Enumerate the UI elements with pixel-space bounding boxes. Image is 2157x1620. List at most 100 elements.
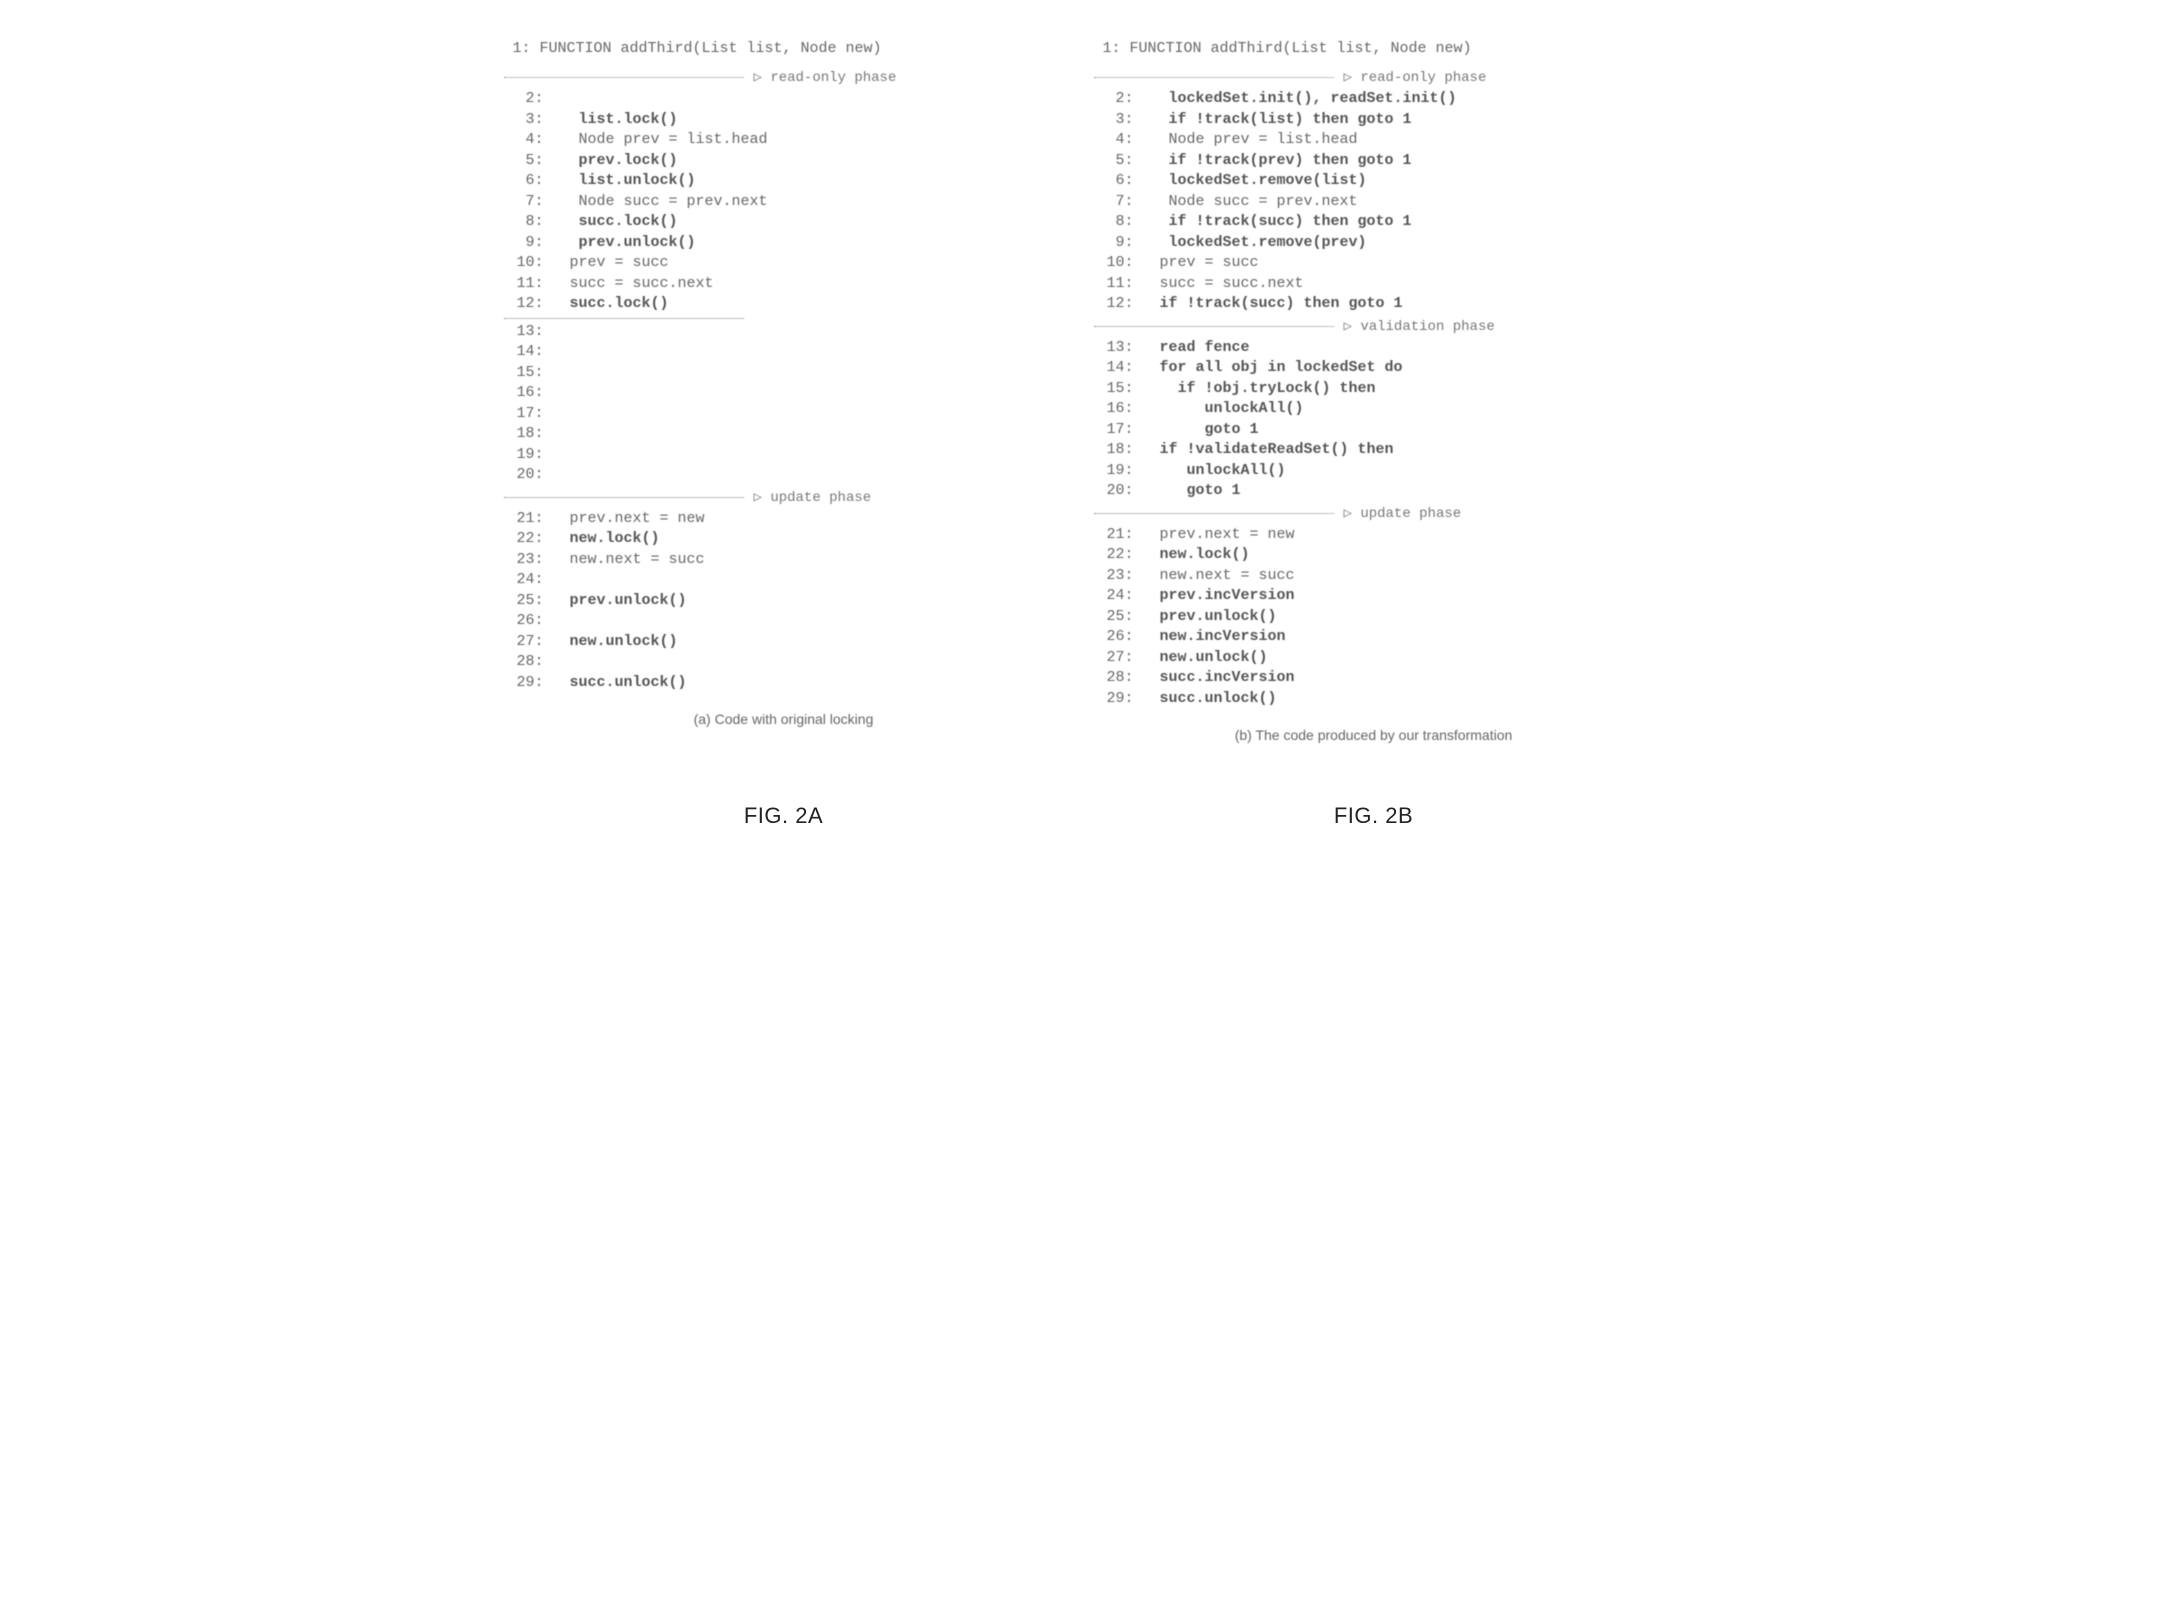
code-text: if !validateReadSet() then — [1142, 440, 1654, 461]
code-text — [552, 445, 1064, 466]
code-text: new.next = succ — [552, 550, 1064, 571]
code-text: succ.lock() — [552, 294, 1064, 315]
divider-icon — [504, 77, 744, 78]
code-text: new.unlock() — [1142, 648, 1654, 669]
phase-label: ▷ update phase — [754, 489, 872, 506]
code-line: 15: if !obj.tryLock() then — [1094, 379, 1654, 400]
line-number: 13: — [504, 322, 552, 343]
left-block-a: 2:3: list.lock()4: Node prev = list.head… — [504, 89, 1064, 315]
code-line: 23: new.next = succ — [504, 550, 1064, 571]
code-text — [552, 342, 1064, 363]
right-phase-validation: ▷ validation phase — [1094, 318, 1654, 335]
phase-label: ▷ read-only phase — [754, 69, 897, 86]
code-line: 12: succ.lock() — [504, 294, 1064, 315]
line-number: 21: — [504, 509, 552, 530]
code-line: 28: succ.incVersion — [1094, 668, 1654, 689]
code-line: 19: — [504, 445, 1064, 466]
code-text: new.lock() — [552, 529, 1064, 550]
code-line: 27: new.unlock() — [1094, 648, 1654, 669]
code-text: lockedSet.remove(list) — [1142, 171, 1654, 192]
phase-label: ▷ update phase — [1344, 505, 1462, 522]
right-phase-readonly: ▷ read-only phase — [1094, 69, 1654, 86]
code-line: 14: — [504, 342, 1064, 363]
code-text: new.incVersion — [1142, 627, 1654, 648]
code-text: succ.unlock() — [1142, 689, 1654, 710]
code-line: 16: — [504, 383, 1064, 404]
divider-icon — [1094, 326, 1334, 327]
code-line: 2: lockedSet.init(), readSet.init() — [1094, 89, 1654, 110]
code-line: 17: goto 1 — [1094, 420, 1654, 441]
line-number: 27: — [504, 632, 552, 653]
code-line: 23: new.next = succ — [1094, 566, 1654, 587]
code-text — [552, 652, 1064, 673]
code-text: new.next = succ — [1142, 566, 1654, 587]
code-line: 14: for all obj in lockedSet do — [1094, 358, 1654, 379]
line-number: 2: — [1094, 89, 1142, 110]
code-text — [552, 322, 1064, 343]
code-text — [552, 424, 1064, 445]
divider-icon — [504, 497, 744, 498]
code-text: if !track(list) then goto 1 — [1142, 110, 1654, 131]
line-number: 7: — [1094, 192, 1142, 213]
code-line: 22: new.lock() — [1094, 545, 1654, 566]
code-line: 6: list.unlock() — [504, 171, 1064, 192]
right-title: 1: FUNCTION addThird(List list, Node new… — [1094, 40, 1654, 57]
line-number: 18: — [1094, 440, 1142, 461]
code-text: Node succ = prev.next — [552, 192, 1064, 213]
code-text: list.lock() — [552, 110, 1064, 131]
line-number: 19: — [504, 445, 552, 466]
code-line: 29: succ.unlock() — [504, 673, 1064, 694]
divider-icon — [504, 318, 744, 319]
line-number: 17: — [504, 404, 552, 425]
code-line: 11: succ = succ.next — [504, 274, 1064, 295]
left-block-c: 21: prev.next = new22: new.lock()23: new… — [504, 509, 1064, 694]
line-number: 18: — [504, 424, 552, 445]
code-line: 2: — [504, 89, 1064, 110]
code-line: 29: succ.unlock() — [1094, 689, 1654, 710]
code-line: 16: unlockAll() — [1094, 399, 1654, 420]
code-text: goto 1 — [1142, 481, 1654, 502]
code-line: 10: prev = succ — [504, 253, 1064, 274]
code-text: unlockAll() — [1142, 399, 1654, 420]
line-number: 21: — [1094, 525, 1142, 546]
code-line: 22: new.lock() — [504, 529, 1064, 550]
line-number: 24: — [504, 570, 552, 591]
code-line: 27: new.unlock() — [504, 632, 1064, 653]
code-line: 25: prev.unlock() — [1094, 607, 1654, 628]
line-number: 2: — [504, 89, 552, 110]
line-number: 22: — [504, 529, 552, 550]
line-number: 29: — [1094, 689, 1142, 710]
code-text: prev = succ — [1142, 253, 1654, 274]
code-line: 4: Node prev = list.head — [504, 130, 1064, 151]
line-number: 25: — [1094, 607, 1142, 628]
code-text: prev.lock() — [552, 151, 1064, 172]
code-text — [552, 465, 1064, 486]
code-text — [552, 570, 1064, 591]
left-caption: (a) Code with original locking — [504, 711, 1064, 727]
code-line: 18: if !validateReadSet() then — [1094, 440, 1654, 461]
code-text: new.unlock() — [552, 632, 1064, 653]
line-number: 23: — [1094, 566, 1142, 587]
code-text — [552, 611, 1064, 632]
line-number: 28: — [1094, 668, 1142, 689]
line-number: 29: — [504, 673, 552, 694]
right-column: 1: FUNCTION addThird(List list, Node new… — [1094, 40, 1654, 743]
right-phase-update: ▷ update phase — [1094, 505, 1654, 522]
code-line: 9: lockedSet.remove(prev) — [1094, 233, 1654, 254]
code-text — [552, 89, 1064, 110]
code-text: prev = succ — [552, 253, 1064, 274]
code-line: 7: Node succ = prev.next — [1094, 192, 1654, 213]
code-line: 20: goto 1 — [1094, 481, 1654, 502]
code-line: 24: prev.incVersion — [1094, 586, 1654, 607]
code-line: 24: — [504, 570, 1064, 591]
line-number: 4: — [1094, 130, 1142, 151]
code-line: 18: — [504, 424, 1064, 445]
code-line: 12: if !track(succ) then goto 1 — [1094, 294, 1654, 315]
line-number: 4: — [504, 130, 552, 151]
code-line: 3: list.lock() — [504, 110, 1064, 131]
algorithm-figure: 1: FUNCTION addThird(List list, Node new… — [60, 40, 2097, 743]
line-number: 19: — [1094, 461, 1142, 482]
left-phase-readonly: ▷ read-only phase — [504, 69, 1064, 86]
code-text: unlockAll() — [1142, 461, 1654, 482]
code-line: 26: new.incVersion — [1094, 627, 1654, 648]
